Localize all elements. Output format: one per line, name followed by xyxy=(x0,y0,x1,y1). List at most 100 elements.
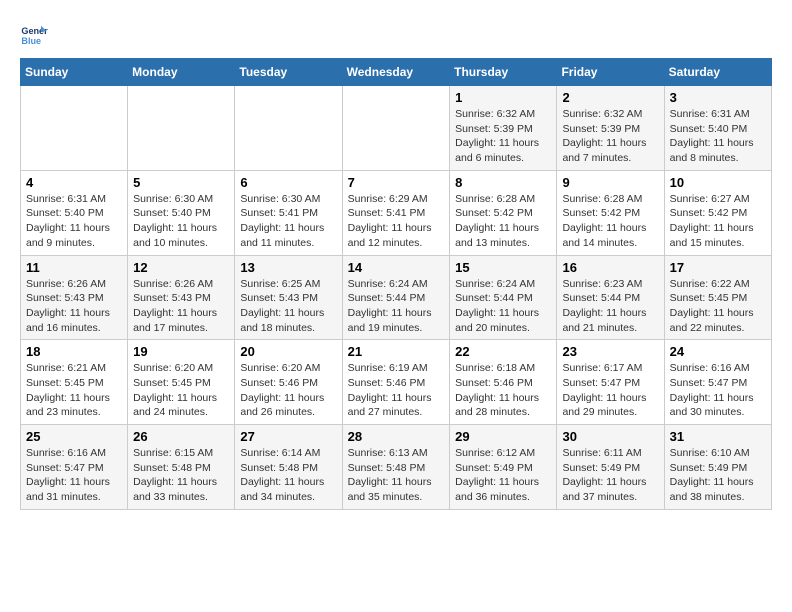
calendar-cell: 25Sunrise: 6:16 AMSunset: 5:47 PMDayligh… xyxy=(21,425,128,510)
day-number: 10 xyxy=(670,175,766,190)
day-info: Sunrise: 6:28 AMSunset: 5:42 PMDaylight:… xyxy=(562,192,658,251)
logo: General Blue xyxy=(20,20,52,48)
day-number: 19 xyxy=(133,344,229,359)
calendar-cell: 18 Sunrise: 6:21 AMSunset: 5:45 PMDayligh… xyxy=(21,340,128,425)
calendar-cell: 29 Sunrise: 6:12 AMSunset: 5:49 PMDayligh… xyxy=(450,425,557,510)
calendar-cell: 28Sunrise: 6:13 AMSunset: 5:48 PMDayligh… xyxy=(342,425,450,510)
day-info: Sunrise: 6:11 AMSunset: 5:49 PMDaylight:… xyxy=(562,446,658,505)
day-number: 23 xyxy=(562,344,658,359)
calendar-cell: 7 Sunrise: 6:29 AMSunset: 5:41 PMDaylight… xyxy=(342,170,450,255)
calendar-cell: 31 Sunrise: 6:10 AMSunset: 5:49 PMDayligh… xyxy=(664,425,771,510)
calendar-header: SundayMondayTuesdayWednesdayThursdayFrid… xyxy=(21,59,772,86)
day-info: Sunrise: 6:28 AMSunset: 5:42 PMDaylight:… xyxy=(455,192,551,251)
weekday-header: Wednesday xyxy=(342,59,450,86)
day-info: Sunrise: 6:22 AMSunset: 5:45 PMDaylight:… xyxy=(670,277,766,336)
calendar-cell xyxy=(128,86,235,171)
day-info: Sunrise: 6:10 AMSunset: 5:49 PMDaylight:… xyxy=(670,446,766,505)
calendar-cell: 14 Sunrise: 6:24 AMSunset: 5:44 PMDayligh… xyxy=(342,255,450,340)
day-info: Sunrise: 6:24 AMSunset: 5:44 PMDaylight:… xyxy=(348,277,445,336)
weekday-header: Friday xyxy=(557,59,664,86)
calendar-cell xyxy=(21,86,128,171)
calendar-cell: 1 Sunrise: 6:32 AMSunset: 5:39 PMDaylight… xyxy=(450,86,557,171)
day-number: 6 xyxy=(240,175,336,190)
day-info: Sunrise: 6:24 AMSunset: 5:44 PMDaylight:… xyxy=(455,277,551,336)
calendar-cell: 6Sunrise: 6:30 AMSunset: 5:41 PMDaylight… xyxy=(235,170,342,255)
day-info: Sunrise: 6:20 AMSunset: 5:45 PMDaylight:… xyxy=(133,361,229,420)
day-number: 18 xyxy=(26,344,122,359)
calendar-body: 1 Sunrise: 6:32 AMSunset: 5:39 PMDaylight… xyxy=(21,86,772,510)
day-number: 21 xyxy=(348,344,445,359)
day-number: 20 xyxy=(240,344,336,359)
day-info: Sunrise: 6:20 AMSunset: 5:46 PMDaylight:… xyxy=(240,361,336,420)
calendar-cell: 26 Sunrise: 6:15 AMSunset: 5:48 PMDayligh… xyxy=(128,425,235,510)
day-number: 14 xyxy=(348,260,445,275)
day-info: Sunrise: 6:15 AMSunset: 5:48 PMDaylight:… xyxy=(133,446,229,505)
day-number: 3 xyxy=(670,90,766,105)
calendar-cell: 15 Sunrise: 6:24 AMSunset: 5:44 PMDayligh… xyxy=(450,255,557,340)
calendar-cell: 23 Sunrise: 6:17 AMSunset: 5:47 PMDayligh… xyxy=(557,340,664,425)
day-number: 8 xyxy=(455,175,551,190)
day-info: Sunrise: 6:19 AMSunset: 5:46 PMDaylight:… xyxy=(348,361,445,420)
header: General Blue xyxy=(20,20,772,48)
day-number: 13 xyxy=(240,260,336,275)
calendar-table: SundayMondayTuesdayWednesdayThursdayFrid… xyxy=(20,58,772,510)
calendar-cell: 17 Sunrise: 6:22 AMSunset: 5:45 PMDayligh… xyxy=(664,255,771,340)
calendar-cell: 11Sunrise: 6:26 AMSunset: 5:43 PMDayligh… xyxy=(21,255,128,340)
day-info: Sunrise: 6:12 AMSunset: 5:49 PMDaylight:… xyxy=(455,446,551,505)
calendar-week: 4 Sunrise: 6:31 AMSunset: 5:40 PMDaylight… xyxy=(21,170,772,255)
logo-icon: General Blue xyxy=(20,20,48,48)
day-number: 9 xyxy=(562,175,658,190)
weekday-header: Monday xyxy=(128,59,235,86)
day-info: Sunrise: 6:32 AMSunset: 5:39 PMDaylight:… xyxy=(455,107,551,166)
calendar-cell: 12 Sunrise: 6:26 AMSunset: 5:43 PMDayligh… xyxy=(128,255,235,340)
calendar-week: 11Sunrise: 6:26 AMSunset: 5:43 PMDayligh… xyxy=(21,255,772,340)
calendar-cell: 5Sunrise: 6:30 AMSunset: 5:40 PMDaylight… xyxy=(128,170,235,255)
calendar-cell: 24Sunrise: 6:16 AMSunset: 5:47 PMDayligh… xyxy=(664,340,771,425)
calendar-cell: 2 Sunrise: 6:32 AMSunset: 5:39 PMDaylight… xyxy=(557,86,664,171)
day-number: 27 xyxy=(240,429,336,444)
day-number: 16 xyxy=(562,260,658,275)
day-number: 5 xyxy=(133,175,229,190)
day-number: 29 xyxy=(455,429,551,444)
day-number: 15 xyxy=(455,260,551,275)
day-number: 31 xyxy=(670,429,766,444)
day-info: Sunrise: 6:17 AMSunset: 5:47 PMDaylight:… xyxy=(562,361,658,420)
day-info: Sunrise: 6:23 AMSunset: 5:44 PMDaylight:… xyxy=(562,277,658,336)
day-number: 4 xyxy=(26,175,122,190)
weekday-header: Sunday xyxy=(21,59,128,86)
calendar-cell: 20 Sunrise: 6:20 AMSunset: 5:46 PMDayligh… xyxy=(235,340,342,425)
calendar-cell: 10 Sunrise: 6:27 AMSunset: 5:42 PMDayligh… xyxy=(664,170,771,255)
day-info: Sunrise: 6:29 AMSunset: 5:41 PMDaylight:… xyxy=(348,192,445,251)
day-number: 12 xyxy=(133,260,229,275)
calendar-cell: 3 Sunrise: 6:31 AMSunset: 5:40 PMDaylight… xyxy=(664,86,771,171)
calendar-week: 25Sunrise: 6:16 AMSunset: 5:47 PMDayligh… xyxy=(21,425,772,510)
day-info: Sunrise: 6:31 AMSunset: 5:40 PMDaylight:… xyxy=(26,192,122,251)
calendar-cell xyxy=(342,86,450,171)
day-info: Sunrise: 6:21 AMSunset: 5:45 PMDaylight:… xyxy=(26,361,122,420)
day-info: Sunrise: 6:13 AMSunset: 5:48 PMDaylight:… xyxy=(348,446,445,505)
day-number: 7 xyxy=(348,175,445,190)
day-info: Sunrise: 6:32 AMSunset: 5:39 PMDaylight:… xyxy=(562,107,658,166)
calendar-cell: 27Sunrise: 6:14 AMSunset: 5:48 PMDayligh… xyxy=(235,425,342,510)
day-info: Sunrise: 6:18 AMSunset: 5:46 PMDaylight:… xyxy=(455,361,551,420)
day-info: Sunrise: 6:16 AMSunset: 5:47 PMDaylight:… xyxy=(670,361,766,420)
day-info: Sunrise: 6:25 AMSunset: 5:43 PMDaylight:… xyxy=(240,277,336,336)
calendar-cell: 21 Sunrise: 6:19 AMSunset: 5:46 PMDayligh… xyxy=(342,340,450,425)
day-number: 2 xyxy=(562,90,658,105)
day-info: Sunrise: 6:26 AMSunset: 5:43 PMDaylight:… xyxy=(133,277,229,336)
day-number: 1 xyxy=(455,90,551,105)
calendar-cell: 19 Sunrise: 6:20 AMSunset: 5:45 PMDayligh… xyxy=(128,340,235,425)
day-info: Sunrise: 6:31 AMSunset: 5:40 PMDaylight:… xyxy=(670,107,766,166)
day-number: 26 xyxy=(133,429,229,444)
day-number: 17 xyxy=(670,260,766,275)
calendar-week: 18 Sunrise: 6:21 AMSunset: 5:45 PMDayligh… xyxy=(21,340,772,425)
calendar-week: 1 Sunrise: 6:32 AMSunset: 5:39 PMDaylight… xyxy=(21,86,772,171)
day-number: 30 xyxy=(562,429,658,444)
day-info: Sunrise: 6:27 AMSunset: 5:42 PMDaylight:… xyxy=(670,192,766,251)
weekday-header: Thursday xyxy=(450,59,557,86)
weekday-header: Tuesday xyxy=(235,59,342,86)
calendar-cell: 4 Sunrise: 6:31 AMSunset: 5:40 PMDaylight… xyxy=(21,170,128,255)
calendar-cell: 8 Sunrise: 6:28 AMSunset: 5:42 PMDaylight… xyxy=(450,170,557,255)
calendar-cell: 22Sunrise: 6:18 AMSunset: 5:46 PMDayligh… xyxy=(450,340,557,425)
svg-text:Blue: Blue xyxy=(21,36,41,46)
